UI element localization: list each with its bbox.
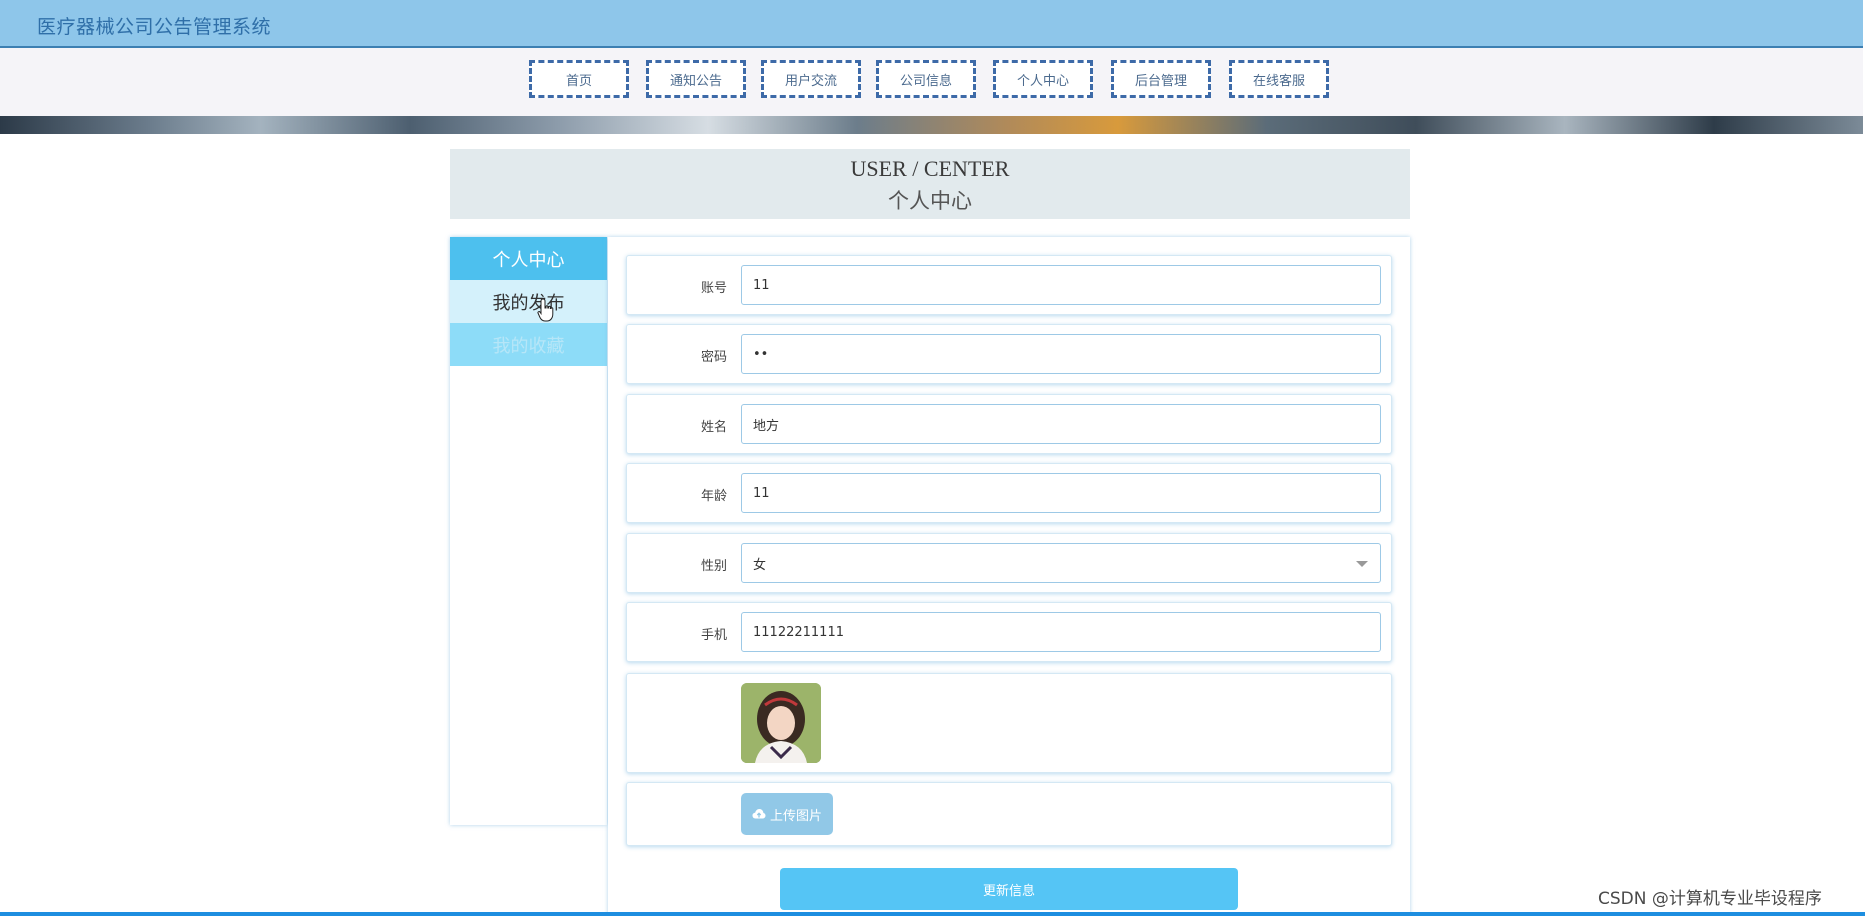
gender-value: 女 (753, 557, 767, 573)
nav-item-personal-center[interactable]: 个人中心 (993, 60, 1093, 98)
gender-row: 性别 女 (626, 533, 1392, 593)
phone-row: 手机 (626, 602, 1392, 662)
app-title: 医疗器械公司公告管理系统 (37, 16, 272, 38)
name-row: 姓名 (626, 394, 1392, 454)
account-field[interactable] (741, 265, 1381, 305)
sidebar-item-my-favorites[interactable]: 我的收藏 (450, 323, 607, 366)
user-profile-form: 账号 密码 姓名 年龄 性别 女 手机 (608, 237, 1410, 916)
section-heading: USER / CENTER 个人中心 (450, 149, 1410, 219)
sidebar-item-my-posts[interactable]: 我的发布 (450, 280, 607, 323)
hand-cursor-icon (537, 298, 554, 322)
phone-label: 手机 (700, 628, 727, 643)
password-label: 密码 (700, 350, 727, 365)
sidebar: 个人中心 我的发布 我的收藏 (450, 237, 607, 825)
phone-field[interactable] (741, 612, 1381, 652)
avatar-row (626, 673, 1392, 773)
page: 医疗器械公司公告管理系统 首页 通知公告 用户交流 公司信息 个人中心 后台管理… (0, 0, 1865, 916)
password-field[interactable] (741, 334, 1381, 374)
top-header: 医疗器械公司公告管理系统 (0, 0, 1863, 48)
sidebar-item-personal-center[interactable]: 个人中心 (450, 237, 607, 280)
name-field[interactable] (741, 404, 1381, 444)
upload-image-button[interactable]: 上传图片 (741, 793, 833, 835)
age-label: 年龄 (700, 489, 727, 504)
cloud-upload-icon (752, 809, 766, 819)
banner-image (0, 116, 1863, 134)
nav-item-company-info[interactable]: 公司信息 (876, 60, 976, 98)
nav-item-admin[interactable]: 后台管理 (1111, 60, 1211, 98)
age-row: 年龄 (626, 463, 1392, 523)
gender-select[interactable]: 女 (741, 543, 1381, 583)
section-title-cn: 个人中心 (888, 189, 972, 213)
watermark: CSDN @计算机专业毕设程序 (1598, 889, 1822, 909)
section-title-en: USER / CENTER (850, 156, 1010, 181)
password-row: 密码 (626, 324, 1392, 384)
nav-item-notices[interactable]: 通知公告 (646, 60, 746, 98)
account-row: 账号 (626, 255, 1392, 315)
upload-image-label: 上传图片 (769, 808, 822, 824)
bottom-scroll-indicator (0, 912, 1865, 916)
nav-item-home[interactable]: 首页 (529, 60, 629, 98)
gender-label: 性别 (700, 559, 727, 574)
main-nav: 首页 通知公告 用户交流 公司信息 个人中心 后台管理 在线客服 (0, 48, 1863, 116)
chevron-down-icon (1356, 561, 1368, 567)
nav-item-online-service[interactable]: 在线客服 (1229, 60, 1329, 98)
avatar-image (741, 683, 821, 763)
nav-item-user-exchange[interactable]: 用户交流 (761, 60, 861, 98)
account-label: 账号 (700, 281, 727, 296)
avatar (741, 683, 821, 763)
name-label: 姓名 (700, 420, 727, 435)
upload-row: 上传图片 (626, 782, 1392, 846)
update-info-button[interactable]: 更新信息 (780, 868, 1238, 910)
age-field[interactable] (741, 473, 1381, 513)
